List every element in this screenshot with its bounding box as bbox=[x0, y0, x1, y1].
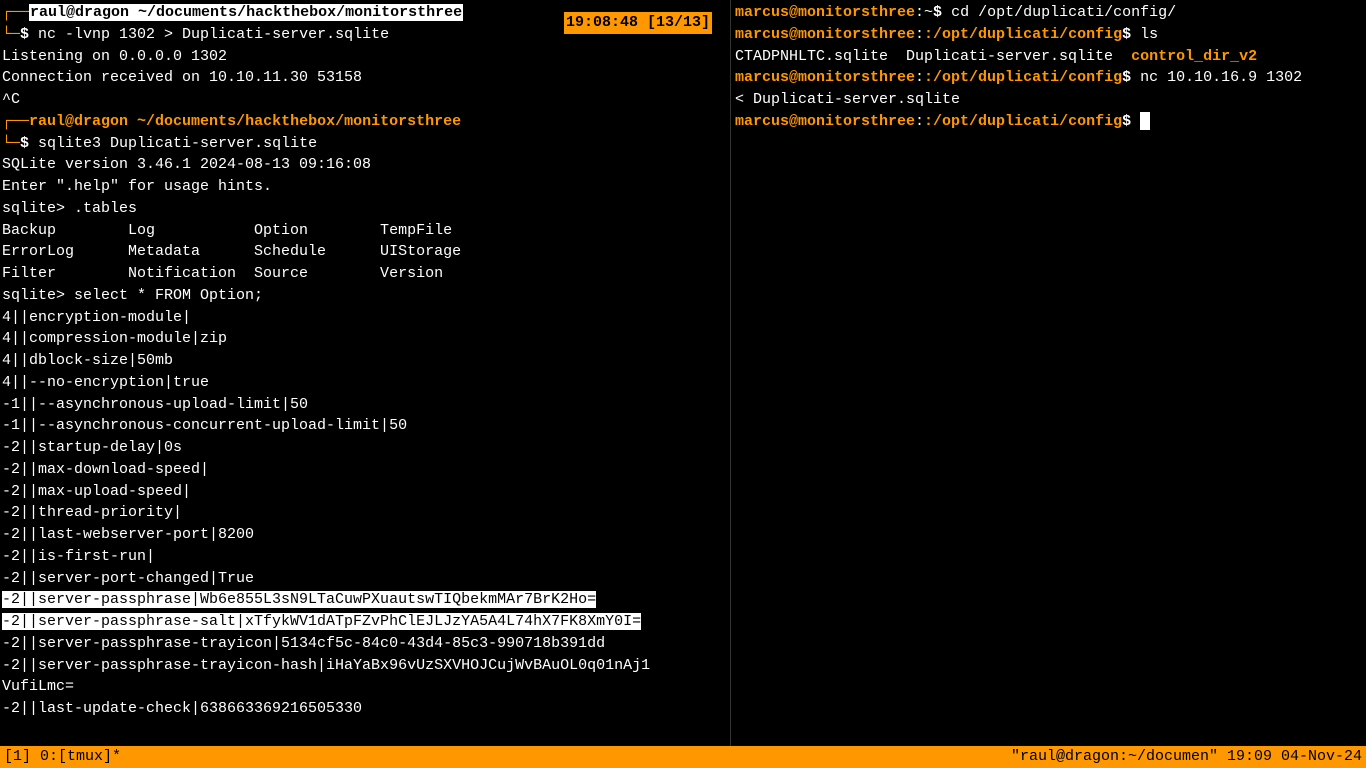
sqlite-version: SQLite version 3.46.1 2024-08-13 09:16:0… bbox=[2, 154, 728, 176]
prompt-line-2: ┌──raul@dragon ~/documents/hackthebox/mo… bbox=[2, 111, 728, 133]
option-row-cont: VufiLmc= bbox=[2, 676, 728, 698]
option-row: -2||max-download-speed| bbox=[2, 459, 728, 481]
option-row: -2||server-port-changed|True bbox=[2, 568, 728, 590]
tables-row: Backup Log Option TempFile bbox=[2, 220, 728, 242]
output-ctrl-c: ^C bbox=[2, 89, 728, 111]
option-row: 4||compression-module|zip bbox=[2, 328, 728, 350]
option-row: -2||last-webserver-port|8200 bbox=[2, 524, 728, 546]
option-row: -2||startup-delay|0s bbox=[2, 437, 728, 459]
remote-prompt-2: marcus@monitorsthree::/opt/duplicati/con… bbox=[735, 24, 1362, 46]
option-row: -2||is-first-run| bbox=[2, 546, 728, 568]
sqlite-cmd-tables: sqlite> .tables bbox=[2, 198, 728, 220]
output-listening: Listening on 0.0.0.0 1302 bbox=[2, 46, 728, 68]
option-row: -2||server-passphrase-trayicon-hash|iHaY… bbox=[2, 655, 728, 677]
option-row: -1||--asynchronous-concurrent-upload-lim… bbox=[2, 415, 728, 437]
ls-output: CTADPNHLTC.sqlite Duplicati-server.sqlit… bbox=[735, 46, 1362, 68]
sqlite-help-hint: Enter ".help" for usage hints. bbox=[2, 176, 728, 198]
status-left: [1] 0:[tmux]* bbox=[4, 746, 121, 768]
remote-prompt-3: marcus@monitorsthree::/opt/duplicati/con… bbox=[735, 67, 1362, 89]
option-row: 4||--no-encryption|true bbox=[2, 372, 728, 394]
nc-redirect: < Duplicati-server.sqlite bbox=[735, 89, 1362, 111]
option-row: -2||last-update-check|638663369216505330 bbox=[2, 698, 728, 720]
status-right: "raul@dragon:~/documen" 19:09 04-Nov-24 bbox=[1011, 746, 1362, 768]
cursor-icon bbox=[1140, 112, 1150, 130]
option-row: -2||server-passphrase-trayicon|5134cf5c-… bbox=[2, 633, 728, 655]
option-row: -1||--asynchronous-upload-limit|50 bbox=[2, 394, 728, 416]
remote-prompt-1: marcus@monitorsthree:~$ cd /opt/duplicat… bbox=[735, 2, 1362, 24]
option-row: 4||dblock-size|50mb bbox=[2, 350, 728, 372]
option-row: -2||thread-priority| bbox=[2, 502, 728, 524]
tables-row: Filter Notification Source Version bbox=[2, 263, 728, 285]
pane-left[interactable]: ┌──raul@dragon ~/documents/hackthebox/mo… bbox=[0, 0, 730, 746]
sqlite-cmd-select: sqlite> select * FROM Option; bbox=[2, 285, 728, 307]
option-row-selected: -2||server-passphrase|Wb6e855L3sN9LTaCuw… bbox=[2, 589, 728, 611]
output-connection: Connection received on 10.10.11.30 53158 bbox=[2, 67, 728, 89]
option-row-selected: -2||server-passphrase-salt|xTfykWV1dATpF… bbox=[2, 611, 728, 633]
tables-row: ErrorLog Metadata Schedule UIStorage bbox=[2, 241, 728, 263]
option-row: 4||encryption-module| bbox=[2, 307, 728, 329]
pane-right[interactable]: marcus@monitorsthree:~$ cd /opt/duplicat… bbox=[730, 0, 1366, 746]
time-badge: 19:08:48 [13/13] bbox=[564, 12, 712, 34]
tmux-status-bar: [1] 0:[tmux]* "raul@dragon:~/documen" 19… bbox=[0, 746, 1366, 768]
option-row: -2||max-upload-speed| bbox=[2, 481, 728, 503]
remote-prompt-4[interactable]: marcus@monitorsthree::/opt/duplicati/con… bbox=[735, 111, 1362, 133]
terminal-split: ┌──raul@dragon ~/documents/hackthebox/mo… bbox=[0, 0, 1366, 746]
cmd-line-2: └─$ sqlite3 Duplicati-server.sqlite bbox=[2, 133, 728, 155]
